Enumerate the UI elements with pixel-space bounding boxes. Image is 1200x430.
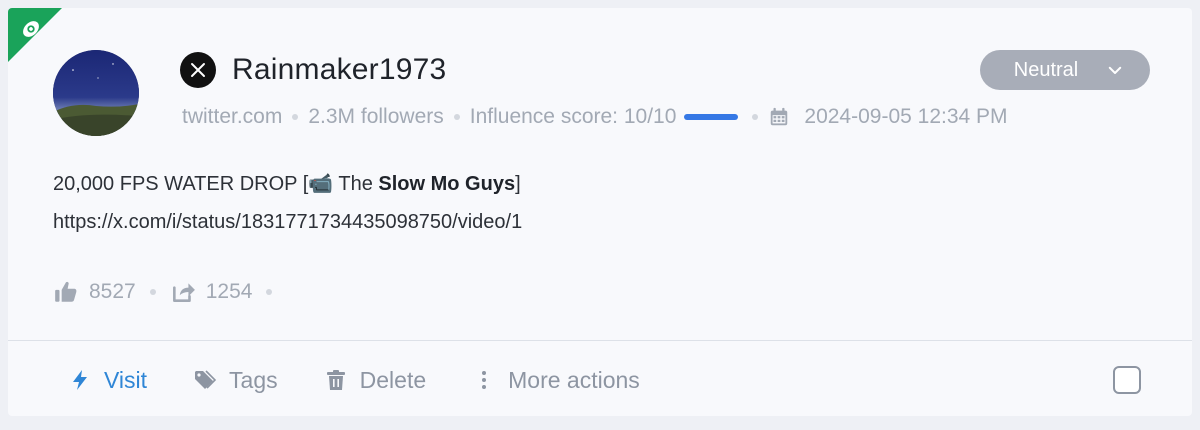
delete-label: Delete bbox=[359, 366, 427, 393]
author-username[interactable]: Rainmaker1973 bbox=[232, 50, 446, 90]
share-icon bbox=[172, 283, 195, 302]
delete-button[interactable]: Delete bbox=[324, 367, 426, 394]
influence-score: Influence score: 10/10 bbox=[469, 105, 677, 128]
trash-icon bbox=[326, 370, 345, 390]
post-meta: twitter.com 2.3M followers Influence sco… bbox=[182, 104, 1008, 130]
tags-label: Tags bbox=[229, 366, 278, 393]
bolt-icon bbox=[73, 370, 87, 390]
post-text: 20,000 FPS WATER DROP [ bbox=[53, 173, 309, 195]
post-text: ] bbox=[515, 173, 521, 195]
mention-card: Rainmaker1973 twitter.com 2.3M followers… bbox=[8, 8, 1192, 416]
x-logo-icon bbox=[180, 52, 216, 88]
tag-icon bbox=[195, 370, 217, 389]
source-domain[interactable]: twitter.com bbox=[182, 105, 282, 129]
post-date: 2024-09-05 12:34 PM bbox=[804, 105, 1008, 128]
action-bar: Visit Tags Delete More actions bbox=[68, 362, 686, 398]
video-camera-emoji: 📹 bbox=[308, 173, 334, 195]
select-checkbox[interactable] bbox=[1113, 366, 1141, 394]
visit-label: Visit bbox=[104, 366, 148, 393]
visit-button[interactable]: Visit bbox=[68, 367, 147, 394]
chevron-down-icon bbox=[1109, 66, 1122, 74]
separator-dot bbox=[266, 289, 273, 295]
engagement-stats: 8527 1254 bbox=[53, 278, 286, 306]
separator-dot bbox=[149, 289, 156, 295]
separator-dot bbox=[752, 114, 759, 120]
avatar[interactable] bbox=[53, 50, 139, 136]
separator-dot bbox=[453, 114, 460, 120]
post-link[interactable]: https://x.com/i/status/18317717344350987… bbox=[53, 208, 522, 236]
thumbs-up-icon bbox=[55, 281, 77, 302]
more-actions-label: More actions bbox=[508, 366, 640, 393]
influence-score-bar bbox=[684, 114, 739, 120]
sentiment-value: Neutral bbox=[1013, 58, 1079, 81]
post-text: The bbox=[333, 173, 379, 195]
more-actions-button[interactable]: More actions bbox=[472, 367, 640, 394]
calendar-icon bbox=[771, 107, 788, 126]
kebab-menu-icon bbox=[482, 371, 487, 389]
shares-count: 1254 bbox=[205, 280, 253, 303]
sentiment-dropdown[interactable]: Neutral bbox=[980, 50, 1150, 90]
post-content: 20,000 FPS WATER DROP [ 📹 The Slow Mo Gu… bbox=[53, 170, 522, 236]
tags-button[interactable]: Tags bbox=[193, 367, 278, 394]
post-text-bold: Slow Mo Guys bbox=[378, 173, 516, 195]
likes-count: 8527 bbox=[89, 280, 136, 303]
divider bbox=[8, 340, 1192, 341]
followers-count: 2.3M followers bbox=[308, 105, 444, 128]
corner-badge bbox=[8, 8, 70, 70]
separator-dot bbox=[292, 114, 299, 120]
